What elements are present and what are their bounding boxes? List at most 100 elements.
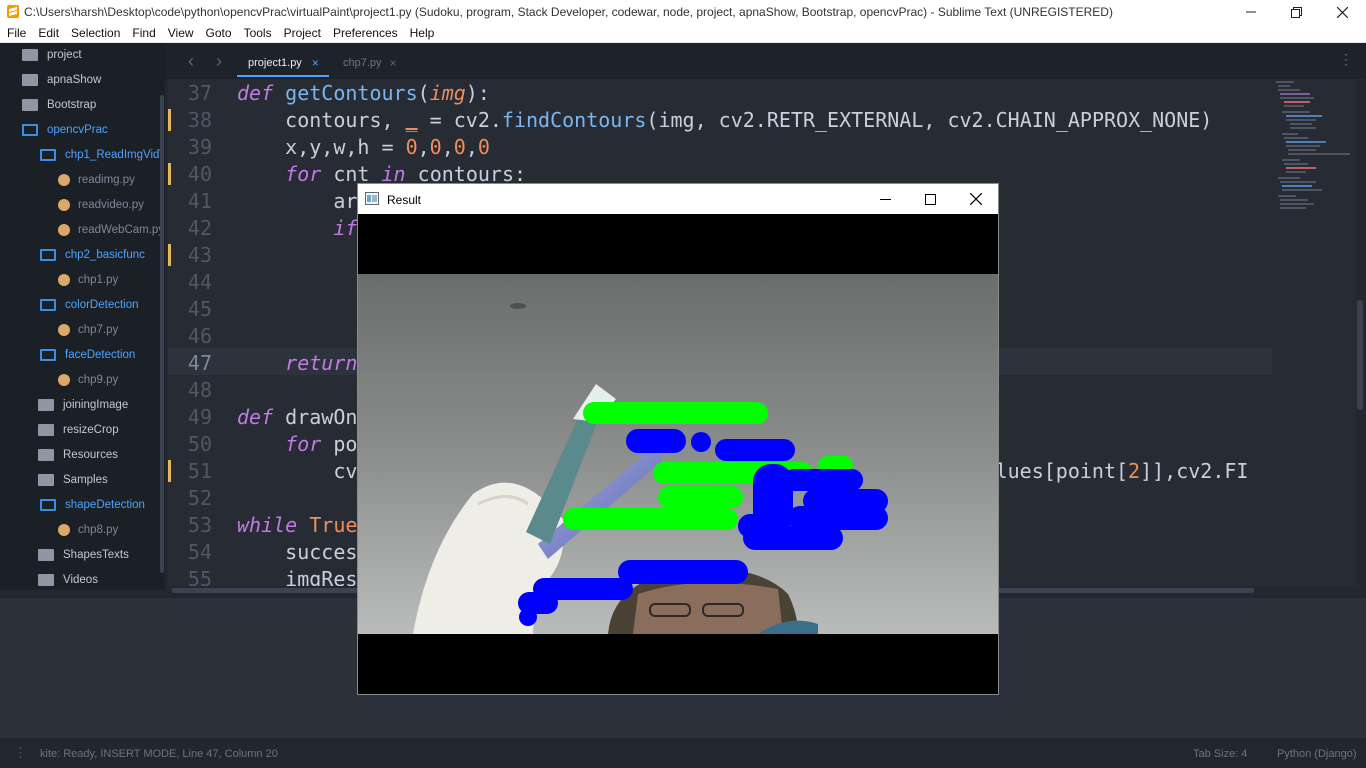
folder-icon xyxy=(38,549,54,561)
sidebar-folder[interactable]: chp1_ReadImgVid\ xyxy=(40,146,163,164)
folder-icon xyxy=(22,99,38,111)
sidebar-item-label: joiningImage xyxy=(63,399,129,411)
sidebar-folder[interactable]: faceDetection xyxy=(40,346,135,364)
sidebar-folder[interactable]: resizeCrop xyxy=(38,421,119,439)
vertical-scrollbar[interactable] xyxy=(1357,300,1363,410)
menu-goto[interactable]: Goto xyxy=(199,24,237,42)
minimize-icon xyxy=(1246,11,1256,13)
status-text: kite: Ready, INSERT MODE, Line 47, Colum… xyxy=(40,748,278,760)
sidebar-file[interactable]: chp8.py xyxy=(58,521,118,539)
sidebar-item-label: resizeCrop xyxy=(63,424,119,436)
sidebar-folder[interactable]: colorDetection xyxy=(40,296,139,314)
line-number: 48 xyxy=(187,378,212,402)
sidebar-item-label: chp9.py xyxy=(78,374,119,386)
minimize-button[interactable] xyxy=(1228,0,1274,24)
code-line: contours, _ = cv2.findContours(img, cv2.… xyxy=(237,108,1213,132)
sidebar-file[interactable]: readWebCam.py xyxy=(58,221,164,239)
sidebar-folder[interactable]: Samples xyxy=(38,471,108,489)
sidebar-item-label: project xyxy=(47,49,82,61)
sidebar-folder[interactable]: project xyxy=(22,46,82,64)
modified-line-marker xyxy=(168,244,171,266)
python-file-icon xyxy=(58,274,70,286)
code-line: def getContours(img): xyxy=(237,81,490,105)
webcam-image xyxy=(358,274,998,634)
menu-view[interactable]: View xyxy=(161,24,199,42)
close-button[interactable] xyxy=(1319,0,1365,24)
chevron-left-icon[interactable]: ‹ xyxy=(188,51,194,72)
sidebar-item-label: faceDetection xyxy=(65,349,136,361)
sidebar-folder[interactable]: Videos xyxy=(38,571,98,589)
panel-toggle-icon[interactable]: ⋮ xyxy=(14,745,27,761)
line-number: 52 xyxy=(187,486,212,510)
code-line: if xyxy=(333,216,358,240)
tab-size-indicator[interactable]: Tab Size: 4 xyxy=(1193,748,1247,760)
sidebar-item-label: chp8.py xyxy=(78,524,119,536)
menu-preferences[interactable]: Preferences xyxy=(326,24,403,42)
window-title: C:\Users\harsh\Desktop\code\python\openc… xyxy=(24,5,1113,19)
folder-icon xyxy=(38,424,54,436)
tab-project1[interactable]: project1.py × xyxy=(248,51,319,75)
sidebar-item-label: chp1_ReadImgVid\ xyxy=(65,149,163,161)
folder-icon xyxy=(38,399,54,411)
result-close-button[interactable] xyxy=(953,186,999,212)
minimap[interactable] xyxy=(1272,79,1356,586)
modified-line-marker xyxy=(168,109,171,131)
sidebar-folder[interactable]: joiningImage xyxy=(38,396,128,414)
line-number: 54 xyxy=(187,540,212,564)
syntax-indicator[interactable]: Python (Django) xyxy=(1277,748,1357,760)
code-line: ar xyxy=(237,189,358,213)
sidebar-file[interactable]: chp1.py xyxy=(58,271,118,289)
python-file-icon xyxy=(58,324,70,336)
sidebar-file[interactable]: chp7.py xyxy=(58,321,118,339)
sidebar-folder[interactable]: chp2_basicfunc xyxy=(40,246,145,264)
menu-selection[interactable]: Selection xyxy=(64,24,125,42)
folder-icon xyxy=(38,474,54,486)
chevron-right-icon[interactable]: › xyxy=(216,51,222,72)
code-line: return xyxy=(285,351,358,375)
restore-button[interactable] xyxy=(1273,0,1319,24)
code-line: def drawOn xyxy=(237,405,358,429)
sidebar-folder[interactable]: opencvPrac xyxy=(22,121,108,139)
sidebar-folder[interactable]: Bootstrap xyxy=(22,96,96,114)
close-icon xyxy=(970,193,982,205)
line-number: 39 xyxy=(187,135,212,159)
menu-help[interactable]: Help xyxy=(403,24,440,42)
tab-chp7[interactable]: chp7.py × xyxy=(343,51,397,75)
tab-close-icon[interactable]: × xyxy=(390,56,397,70)
folder-icon xyxy=(38,574,54,586)
sidebar-folder[interactable]: apnaShow xyxy=(22,71,101,89)
menu-bar: File Edit Selection Find View Goto Tools… xyxy=(0,24,1366,43)
menu-tools[interactable]: Tools xyxy=(237,24,277,42)
line-number: 53 xyxy=(187,513,212,537)
menu-file[interactable]: File xyxy=(0,24,31,42)
result-window: Result xyxy=(357,183,999,695)
sidebar-file[interactable]: readimg.py xyxy=(58,171,135,189)
line-number: 43 xyxy=(187,243,212,267)
code-line: while True xyxy=(237,513,358,537)
sidebar-item-label: chp7.py xyxy=(78,324,119,336)
result-maximize-button[interactable] xyxy=(907,186,953,212)
sidebar-file[interactable]: readvideo.py xyxy=(58,196,144,214)
sidebar-folder[interactable]: shapeDetection xyxy=(40,496,145,514)
menu-find[interactable]: Find xyxy=(125,24,160,42)
result-window-title: Result xyxy=(387,193,422,207)
sidebar-file[interactable]: chp9.py xyxy=(58,371,118,389)
menu-project[interactable]: Project xyxy=(277,24,326,42)
sidebar-item-label: shapeDetection xyxy=(65,499,145,511)
sidebar-scrollbar[interactable] xyxy=(160,95,164,573)
sidebar-folder[interactable]: ShapesTexts xyxy=(38,546,129,564)
line-number: 47 xyxy=(187,351,212,375)
sidebar-folder[interactable]: Resources xyxy=(38,446,118,464)
sidebar-item-label: apnaShow xyxy=(47,74,102,86)
code-line: imgRes xyxy=(237,567,358,586)
line-number: 46 xyxy=(187,324,212,348)
menu-edit[interactable]: Edit xyxy=(31,24,64,42)
result-minimize-button[interactable] xyxy=(862,186,908,212)
line-number: 45 xyxy=(187,297,212,321)
tab-overflow-icon[interactable]: ⋮ xyxy=(1339,51,1353,68)
tab-close-icon[interactable]: × xyxy=(312,56,319,70)
python-file-icon xyxy=(58,524,70,536)
sidebar-item-label: Samples xyxy=(63,474,108,486)
modified-line-marker xyxy=(168,163,171,185)
maximize-icon xyxy=(924,193,936,205)
